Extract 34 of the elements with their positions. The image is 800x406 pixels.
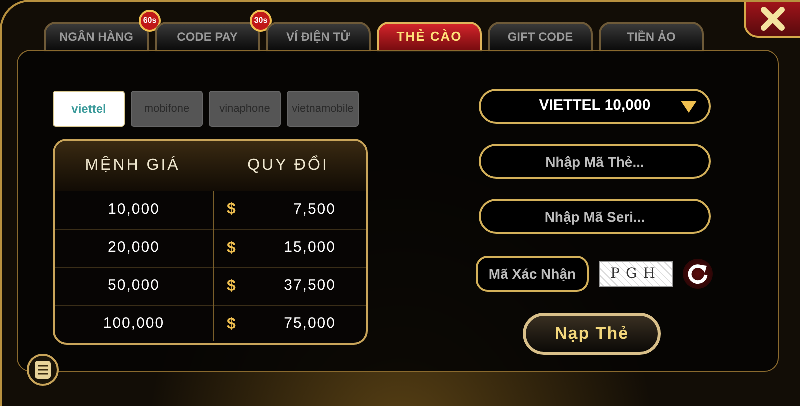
currency-sign: $ bbox=[227, 276, 237, 296]
currency-sign: $ bbox=[227, 238, 237, 258]
table-cell-text: 7,500 bbox=[293, 200, 336, 220]
top-up-button[interactable]: Nạp Thẻ bbox=[523, 313, 661, 355]
refresh-button[interactable] bbox=[683, 259, 713, 289]
tab[interactable]: THẺ CÀO bbox=[377, 22, 482, 52]
card-type-dropdown[interactable]: VIETTEL 10,000 bbox=[479, 89, 711, 124]
refresh-icon bbox=[687, 263, 709, 285]
captcha-image: PGH bbox=[599, 261, 673, 287]
carrier-option[interactable]: viettel bbox=[53, 91, 125, 127]
currency-sign: $ bbox=[227, 200, 237, 220]
table-cell-text: 37,500 bbox=[284, 276, 336, 296]
column-header: QUY ĐỔI bbox=[246, 154, 330, 176]
table-cell-text: 100,000 bbox=[102, 314, 166, 334]
table-cell-text: 75,000 bbox=[284, 314, 336, 334]
tab[interactable]: TIỀN ẢO bbox=[599, 22, 704, 52]
column-header: MỆNH GIÁ bbox=[84, 155, 182, 176]
table-cell-text: 50,000 bbox=[107, 276, 161, 296]
captcha-field[interactable]: Mã Xác Nhận bbox=[476, 256, 589, 292]
close-icon bbox=[759, 5, 787, 33]
table-cell-text: 10,000 bbox=[107, 200, 161, 220]
tab[interactable]: VÍ ĐIỆN TỬ bbox=[266, 22, 371, 52]
table-cell-text: 15,000 bbox=[284, 238, 336, 258]
card-code-field[interactable]: Nhập Mã Thẻ... bbox=[479, 144, 711, 179]
document-icon bbox=[35, 361, 51, 379]
table-cell-text: 20,000 bbox=[107, 238, 161, 258]
tab[interactable]: NGÂN HÀNG bbox=[44, 22, 149, 52]
close-button[interactable] bbox=[744, 2, 800, 38]
dropdown-arrow-icon bbox=[681, 100, 697, 112]
currency-sign: $ bbox=[227, 314, 237, 334]
serial-field[interactable]: Nhập Mã Seri... bbox=[479, 199, 711, 234]
tab[interactable]: CODE PAY bbox=[155, 22, 260, 52]
notes-button[interactable] bbox=[27, 354, 59, 386]
tab[interactable]: GIFT CODE bbox=[488, 22, 593, 52]
